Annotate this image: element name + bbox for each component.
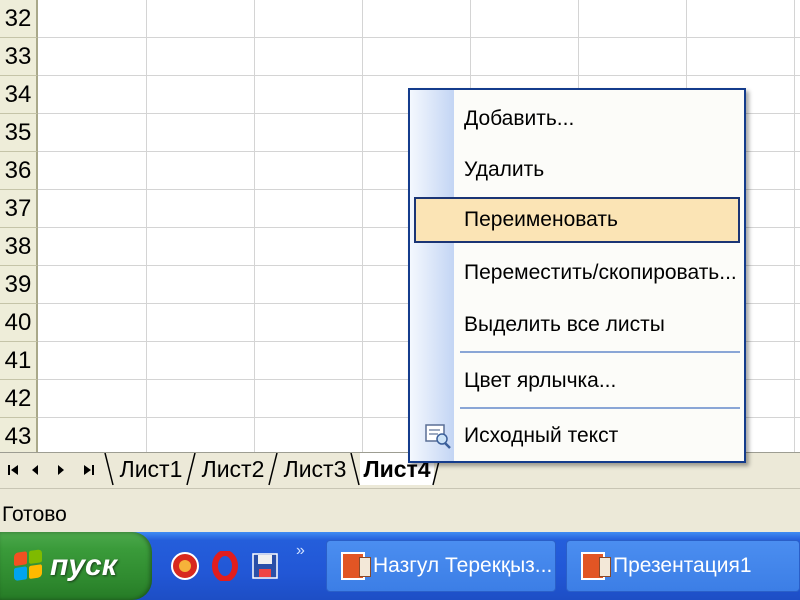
menu-item-label: Выделить все листы bbox=[464, 313, 665, 336]
taskbar: пуск » Назгул Терекқыз... Презентация1 bbox=[0, 532, 800, 600]
menu-item-delete[interactable]: Удалить bbox=[414, 147, 740, 193]
menu-item-rename[interactable]: Переименовать bbox=[414, 197, 740, 243]
menu-item-label: Исходный текст bbox=[464, 424, 619, 447]
tab-divider bbox=[350, 453, 360, 486]
task-button-document[interactable]: Назгул Терекқыз... bbox=[326, 540, 556, 592]
status-text: Готово bbox=[2, 503, 67, 526]
tab-divider bbox=[104, 453, 114, 486]
column-gridline bbox=[362, 0, 363, 452]
menu-item-view-code[interactable]: Исходный текст bbox=[414, 413, 740, 459]
menu-item-insert[interactable]: Добавить... bbox=[414, 96, 740, 142]
tab-divider bbox=[186, 453, 196, 486]
row-header[interactable]: 32 bbox=[0, 0, 38, 38]
row-header[interactable]: 36 bbox=[0, 152, 38, 190]
powerpoint-icon bbox=[581, 552, 611, 580]
menu-separator bbox=[460, 407, 740, 409]
menu-separator bbox=[460, 351, 740, 353]
menu-item-label: Переместить/скопировать... bbox=[464, 261, 737, 284]
row-gridline bbox=[38, 75, 800, 76]
view-code-icon bbox=[424, 422, 452, 450]
opera-icon[interactable] bbox=[170, 551, 200, 581]
quick-launch-more-icon[interactable]: » bbox=[296, 542, 305, 560]
last-sheet-icon[interactable] bbox=[78, 455, 100, 485]
prev-sheet-icon[interactable] bbox=[24, 455, 46, 485]
task-label: Назгул Терекқыз... bbox=[373, 554, 553, 577]
first-sheet-icon[interactable] bbox=[2, 455, 24, 485]
row-header[interactable]: 41 bbox=[0, 342, 38, 380]
quick-launch bbox=[170, 546, 290, 586]
row-header[interactable]: 42 bbox=[0, 380, 38, 418]
menu-item-label: Переименовать bbox=[464, 208, 618, 231]
menu-item-label: Добавить... bbox=[464, 107, 575, 130]
row-header[interactable]: 37 bbox=[0, 190, 38, 228]
row-header[interactable]: 43 bbox=[0, 418, 38, 452]
row-header[interactable]: 33 bbox=[0, 38, 38, 76]
row-header[interactable]: 39 bbox=[0, 266, 38, 304]
task-button-presentation[interactable]: Презентация1 bbox=[566, 540, 800, 592]
menu-item-label: Удалить bbox=[464, 158, 545, 181]
sheet-tab-2[interactable]: Лист2 bbox=[196, 453, 270, 485]
windows-logo-icon bbox=[14, 549, 44, 583]
next-sheet-icon[interactable] bbox=[50, 455, 72, 485]
row-header[interactable]: 40 bbox=[0, 304, 38, 342]
menu-item-move-copy[interactable]: Переместить/скопировать... bbox=[414, 250, 740, 296]
start-button[interactable]: пуск bbox=[0, 532, 152, 600]
task-label: Презентация1 bbox=[613, 554, 752, 577]
menu-item-select-all-sheets[interactable]: Выделить все листы bbox=[414, 302, 740, 348]
sheet-tab-context-menu: Добавить... Удалить Переименовать Переме… bbox=[408, 88, 746, 463]
sheet-tab-3[interactable]: Лист3 bbox=[278, 453, 352, 485]
column-gridline bbox=[794, 0, 795, 452]
start-label: пуск bbox=[50, 549, 117, 582]
row-header[interactable]: 34 bbox=[0, 76, 38, 114]
sheet-tab-1[interactable]: Лист1 bbox=[114, 453, 188, 485]
menu-item-label: Цвет ярлычка... bbox=[464, 369, 617, 392]
status-bar: Готово bbox=[0, 488, 800, 532]
powerpoint-icon bbox=[341, 552, 371, 580]
row-gridline bbox=[38, 37, 800, 38]
column-gridline bbox=[146, 0, 147, 452]
opera-red-icon[interactable] bbox=[210, 550, 240, 582]
tab-divider bbox=[268, 453, 278, 486]
row-header[interactable]: 35 bbox=[0, 114, 38, 152]
save-icon[interactable] bbox=[250, 551, 280, 581]
menu-item-tab-color[interactable]: Цвет ярлычка... bbox=[414, 358, 740, 404]
row-header[interactable]: 38 bbox=[0, 228, 38, 266]
column-gridline bbox=[254, 0, 255, 452]
